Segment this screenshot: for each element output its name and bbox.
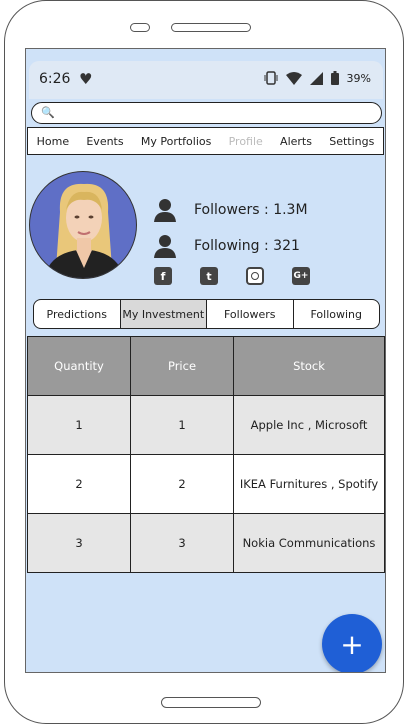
- nav-home[interactable]: Home: [37, 135, 69, 148]
- col-stock: Stock: [233, 336, 385, 396]
- social-links: f t G+: [154, 267, 310, 285]
- heart-icon: ♥: [79, 70, 93, 88]
- nav-my-portfolios[interactable]: My Portfolios: [141, 135, 211, 148]
- top-nav: Home Events My Portfolios Profile Alerts…: [27, 127, 384, 155]
- search-icon: 🔍: [41, 106, 55, 119]
- tab-my-investment[interactable]: My Investment: [120, 300, 207, 328]
- battery-icon: [330, 71, 339, 85]
- cell-quantity: 1: [27, 395, 131, 455]
- facebook-icon[interactable]: f: [154, 267, 172, 285]
- cell-quantity: 2: [27, 454, 131, 514]
- tab-followers[interactable]: Followers: [207, 300, 294, 328]
- google-plus-icon[interactable]: G+: [292, 267, 310, 285]
- following-count: Following : 321: [194, 238, 300, 254]
- col-quantity: Quantity: [27, 336, 131, 396]
- cell-price: 3: [130, 513, 234, 573]
- table-row[interactable]: 2 2 IKEA Furnitures , Spotify: [27, 454, 385, 514]
- nav-settings[interactable]: Settings: [329, 135, 374, 148]
- add-button[interactable]: +: [322, 614, 382, 672]
- nav-events[interactable]: Events: [86, 135, 123, 148]
- table-row[interactable]: 1 1 Apple Inc , Microsoft: [27, 395, 385, 455]
- wifi-icon: [285, 71, 302, 85]
- cell-price: 2: [130, 454, 234, 514]
- followers-count: Followers : 1.3M: [194, 202, 308, 218]
- status-icons: 39%: [264, 71, 371, 85]
- cell-stock: Apple Inc , Microsoft: [233, 395, 385, 455]
- battery-percent: 39%: [346, 71, 371, 85]
- followers-stat: Followers : 1.3M: [154, 198, 308, 222]
- nav-alerts[interactable]: Alerts: [280, 135, 312, 148]
- table-header-row: Quantity Price Stock: [27, 336, 385, 396]
- investment-table: Quantity Price Stock 1 1 Apple Inc , Mic…: [27, 336, 385, 573]
- screen: 6:26 ♥ 39% 🔍 Home Events My Portfolios P…: [25, 48, 386, 673]
- status-bar: 6:26 ♥ 39%: [29, 61, 383, 99]
- person-icon: [154, 235, 176, 258]
- tab-following[interactable]: Following: [294, 300, 380, 328]
- cell-stock: Nokia Communications: [233, 513, 385, 573]
- person-icon: [154, 199, 176, 222]
- instagram-icon[interactable]: [246, 267, 264, 285]
- following-stat: Following : 321: [154, 234, 300, 258]
- speaker: [171, 23, 251, 32]
- signal-icon: [309, 71, 323, 85]
- cell-price: 1: [130, 395, 234, 455]
- vibrate-icon: [264, 71, 278, 85]
- profile-tabs: Predictions My Investment Followers Foll…: [33, 299, 380, 329]
- avatar: [29, 171, 137, 279]
- status-time: 6:26: [39, 71, 71, 87]
- table-row[interactable]: 3 3 Nokia Communications: [27, 513, 385, 573]
- col-price: Price: [130, 336, 234, 396]
- camera: [130, 23, 150, 32]
- twitter-icon[interactable]: t: [200, 267, 218, 285]
- avatar-image: [44, 183, 124, 278]
- cell-stock: IKEA Furnitures , Spotify: [233, 454, 385, 514]
- home-button[interactable]: [161, 697, 261, 708]
- tab-predictions[interactable]: Predictions: [34, 300, 121, 328]
- cell-quantity: 3: [27, 513, 131, 573]
- nav-profile[interactable]: Profile: [229, 135, 263, 148]
- search-input[interactable]: 🔍: [31, 102, 382, 124]
